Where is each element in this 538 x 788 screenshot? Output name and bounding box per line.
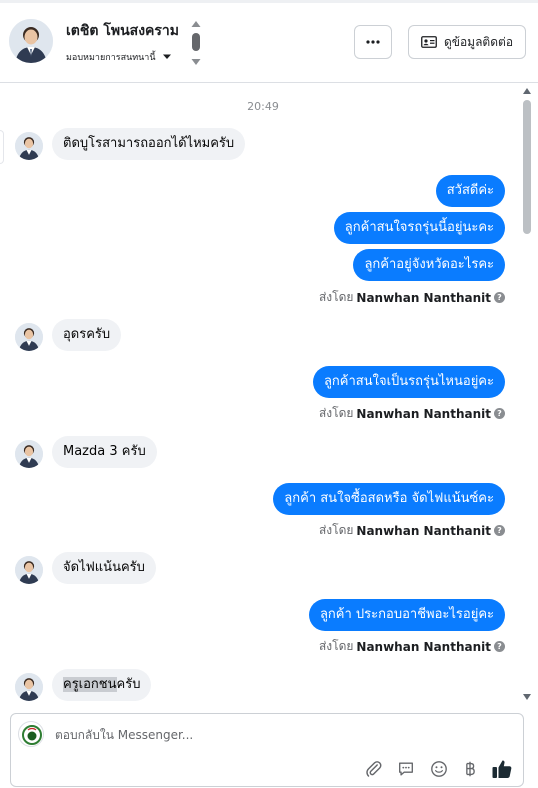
- sent-by-note: ส่งโดย Nanwhan Nanthanit ?: [319, 637, 505, 656]
- sender-avatar[interactable]: [15, 673, 43, 701]
- contact-avatar[interactable]: [9, 19, 53, 63]
- sender-avatar[interactable]: [15, 323, 43, 351]
- chevron-down-icon: [162, 54, 171, 59]
- contact-info-label: ดูข้อมูลติดต่อ: [443, 34, 514, 49]
- message-row-incoming: อุดรครับ: [0, 319, 526, 353]
- attach-button[interactable]: [363, 758, 385, 780]
- saved-reply-button[interactable]: [395, 758, 417, 780]
- sent-by-note: ส่งโดย Nanwhan Nanthanit ?: [319, 521, 505, 540]
- message-thread[interactable]: 20:49 ติดบูโรสามารถออกได้ไหมครับ สวัสดีค…: [0, 84, 538, 704]
- page-avatar: [18, 721, 44, 747]
- emoji-button[interactable]: [428, 758, 450, 780]
- sent-by-prefix: ส่งโดย: [318, 290, 354, 304]
- sent-by-prefix: ส่งโดย: [318, 523, 354, 537]
- sent-by-note: ส่งโดย Nanwhan Nanthanit ?: [319, 288, 505, 307]
- help-icon[interactable]: ?: [494, 408, 505, 419]
- help-icon[interactable]: ?: [494, 525, 505, 536]
- emoji-icon: [431, 761, 447, 777]
- outgoing-message[interactable]: สวัสดีค่ะ: [435, 175, 505, 207]
- avatar-photo-icon: [15, 556, 43, 584]
- page-logo-icon: [21, 724, 43, 746]
- sent-by-note: ส่งโดย Nanwhan Nanthanit ?: [319, 404, 505, 423]
- baht-icon: [466, 761, 475, 777]
- incoming-message[interactable]: ครูเอกชนครับ: [52, 669, 152, 701]
- payment-button[interactable]: [459, 758, 481, 780]
- outgoing-message[interactable]: ลูกค้า สนใจซื้อสดหรือ จัดไฟแน้นซ์คะ: [273, 483, 505, 515]
- thread-timestamp: 20:49: [247, 100, 279, 113]
- reply-input[interactable]: [55, 728, 355, 742]
- view-contact-info-button[interactable]: ดูข้อมูลติดต่อ: [408, 25, 526, 59]
- sent-by-name[interactable]: Nanwhan Nanthanit: [356, 640, 491, 654]
- sender-avatar[interactable]: [15, 132, 43, 160]
- message-text-rest: ครับ: [116, 677, 141, 692]
- incoming-message[interactable]: ติดบูโรสามารถออกได้ไหมครับ: [52, 128, 246, 160]
- attach-icon: [366, 761, 382, 777]
- help-icon[interactable]: ?: [494, 641, 505, 652]
- message-row-incoming: จัดไฟแน้นครับ: [0, 552, 526, 586]
- contact-card-icon: [421, 36, 437, 48]
- incoming-message[interactable]: อุดรครับ: [52, 319, 122, 351]
- reply-composer: [10, 713, 524, 787]
- assign-conversation-dropdown[interactable]: มอบหมายการสนทนานี้: [66, 50, 172, 64]
- more-icon: [366, 40, 380, 44]
- status-toggle[interactable]: [188, 20, 204, 66]
- up-down-arrows-icon: [191, 21, 201, 65]
- sent-by-prefix: ส่งโดย: [318, 639, 354, 653]
- scroll-down-arrow-icon[interactable]: [523, 694, 531, 700]
- incoming-message[interactable]: Mazda 3 ครับ: [52, 436, 157, 468]
- avatar-photo-icon: [9, 19, 53, 63]
- message-row-incoming: ติดบูโรสามารถออกได้ไหมครับ: [0, 128, 526, 162]
- thread-scrollbar[interactable]: [521, 84, 533, 704]
- avatar-photo-icon: [15, 440, 43, 468]
- more-options-button[interactable]: [354, 25, 392, 59]
- saved-reply-icon: [399, 762, 413, 776]
- assign-label: มอบหมายการสนทนานี้: [66, 53, 156, 63]
- outgoing-message[interactable]: ลูกค้าสนใจรถรุ่นนี้อยู่นะคะ: [333, 212, 505, 244]
- scroll-thumb[interactable]: [523, 100, 531, 234]
- conversation-header: เตชิต โพนสงคราม มอบหมายการสนทนานี้ ดูข้อ…: [0, 0, 538, 83]
- header-top-divider: [0, 0, 538, 3]
- sent-by-name[interactable]: Nanwhan Nanthanit: [356, 407, 491, 421]
- message-row-incoming: Mazda 3 ครับ: [0, 436, 526, 470]
- avatar-photo-icon: [15, 673, 43, 701]
- sender-avatar[interactable]: [15, 440, 43, 468]
- like-icon: [492, 760, 512, 778]
- scroll-up-arrow-icon[interactable]: [523, 88, 531, 94]
- like-button[interactable]: [491, 758, 513, 780]
- sent-by-prefix: ส่งโดย: [318, 406, 354, 420]
- outgoing-message[interactable]: ลูกค้าสนใจเป็นรถรุ่นไหนอยู่คะ: [312, 366, 505, 398]
- outgoing-message[interactable]: ลูกค้า ประกอบอาชีพอะไรอยู่คะ: [308, 599, 505, 631]
- selected-text[interactable]: ครูเอกชน: [63, 677, 117, 692]
- sender-avatar[interactable]: [15, 556, 43, 584]
- help-icon[interactable]: ?: [494, 292, 505, 303]
- avatar-photo-icon: [15, 132, 43, 160]
- sent-by-name[interactable]: Nanwhan Nanthanit: [356, 524, 491, 538]
- contact-name[interactable]: เตชิต โพนสงคราม: [66, 20, 179, 42]
- message-row-incoming: ครูเอกชนครับ: [0, 669, 526, 703]
- sent-by-name[interactable]: Nanwhan Nanthanit: [356, 291, 491, 305]
- avatar-photo-icon: [15, 323, 43, 351]
- outgoing-message[interactable]: ลูกค้าอยู่จังหวัดอะไรคะ: [353, 249, 505, 281]
- incoming-message[interactable]: จัดไฟแน้นครับ: [52, 552, 156, 584]
